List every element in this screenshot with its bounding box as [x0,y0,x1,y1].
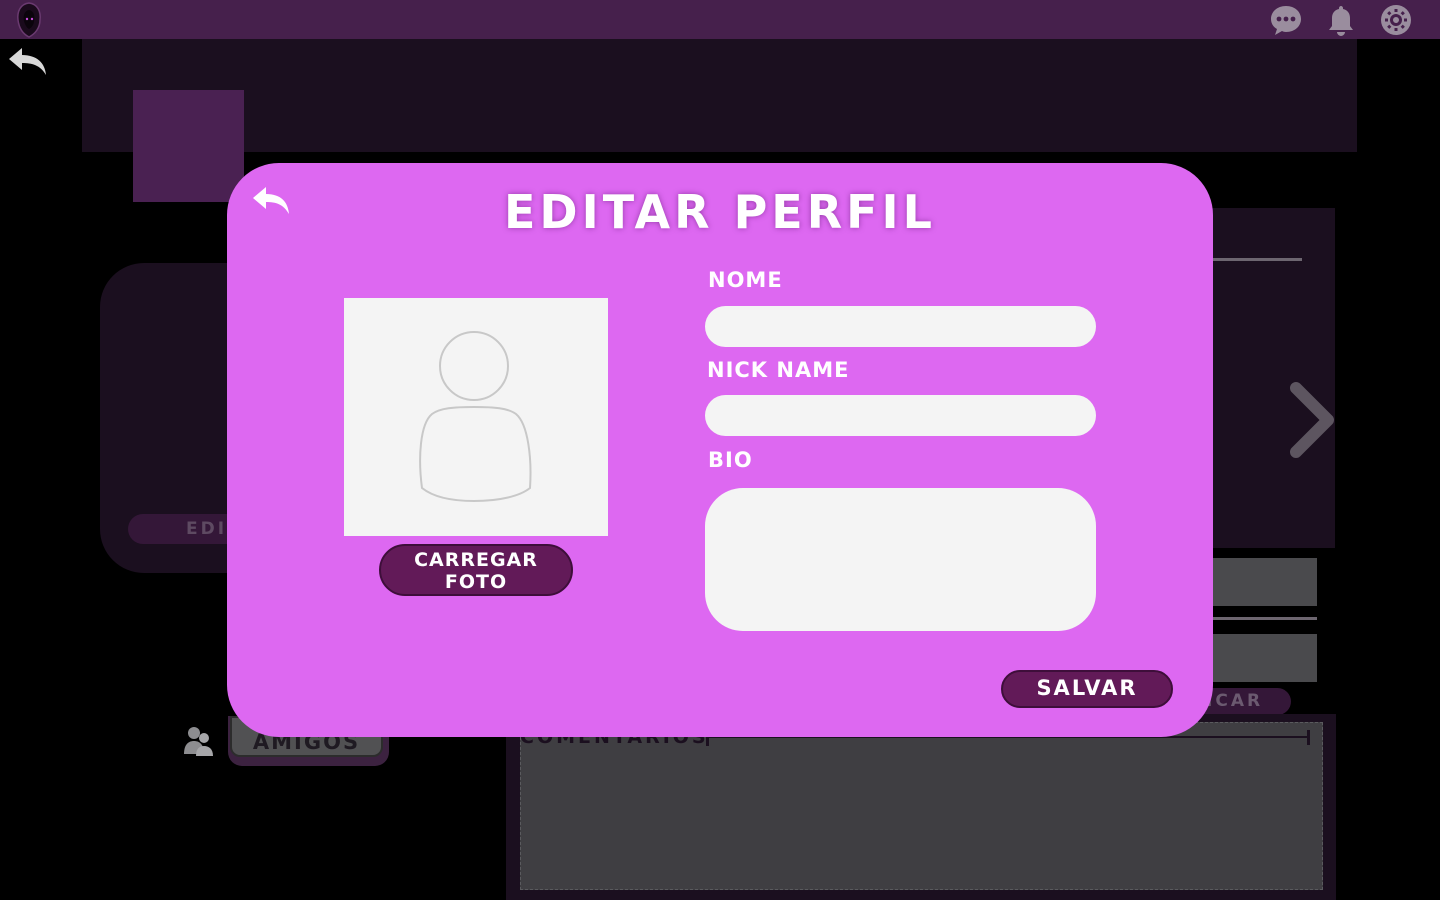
bell-icon[interactable] [1324,3,1358,37]
post-field[interactable] [1200,634,1317,682]
bio-label: BIO [708,448,753,472]
divider [1307,730,1310,745]
save-button[interactable]: SALVAR [1001,670,1173,708]
nome-input[interactable] [705,306,1096,347]
chevron-right-icon[interactable] [1286,382,1336,458]
photo-preview [344,298,608,536]
divider [706,736,709,746]
top-bar [0,0,1440,39]
divider [1210,258,1302,261]
nick-name-label: NICK NAME [707,358,850,382]
profile-banner [82,39,1357,152]
nick-name-input[interactable] [705,395,1096,436]
upload-photo-button[interactable]: CARREGAR FOTO [379,544,573,596]
modal-title: EDITAR PERFIL [504,185,936,239]
bio-textarea[interactable] [705,488,1096,631]
user-placeholder-icon [419,331,532,503]
post-field[interactable] [1200,558,1317,606]
gear-icon[interactable] [1379,3,1413,37]
chat-icon[interactable] [1269,3,1303,37]
app-logo-icon[interactable] [14,2,44,38]
divider [1200,617,1317,620]
back-arrow-icon[interactable] [6,44,50,80]
friends-icon [183,724,215,758]
nome-label: NOME [708,268,783,292]
